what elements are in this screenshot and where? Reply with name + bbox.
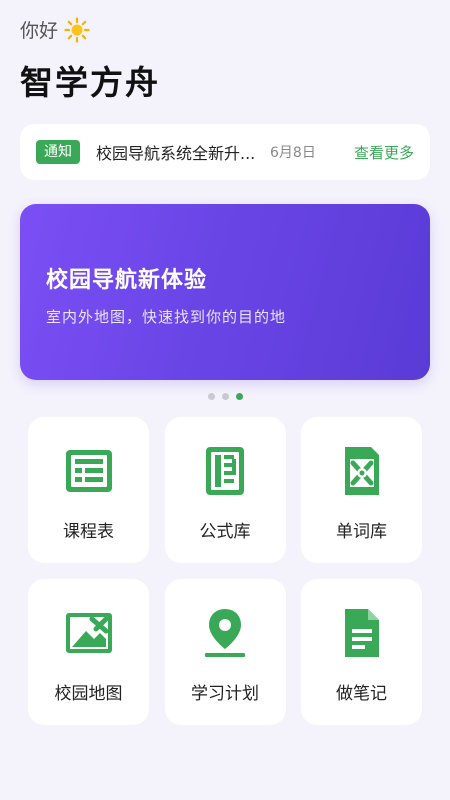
feature-label: 课程表 (63, 522, 114, 542)
feature-grid: 课程表 公式库 单词库 校园地图 学习计划 做笔记 (28, 417, 422, 725)
campus-map-icon (65, 613, 112, 653)
promo-banner[interactable]: 校园导航新体验 室内外地图，快速找到你的目的地 (20, 204, 430, 380)
sun-icon (64, 16, 90, 43)
notice-text[interactable]: 校园导航系统全新升... (96, 140, 266, 164)
feature-tile-vocabulary[interactable]: 单词库 (301, 417, 422, 563)
feature-label: 单词库 (336, 522, 387, 542)
feature-label: 公式库 (199, 522, 251, 542)
timetable-icon (65, 450, 112, 492)
greeting: 你好 (20, 16, 90, 43)
feature-label: 校园地图 (54, 684, 123, 704)
feature-tile-notes[interactable]: 做笔记 (301, 579, 422, 725)
banner-subtitle: 室内外地图，快速找到你的目的地 (46, 308, 287, 326)
formula-book-icon (206, 447, 244, 495)
notice-bar[interactable]: 通知 校园导航系统全新升... 6月8日 查看更多 (20, 124, 430, 180)
banner-title: 校园导航新体验 (46, 268, 208, 293)
notice-badge: 通知 (36, 140, 80, 164)
feature-tile-formula[interactable]: 公式库 (164, 417, 286, 563)
location-pin-icon (205, 609, 245, 657)
greeting-text: 你好 (20, 20, 59, 42)
carousel-indicator (0, 393, 450, 400)
app-title: 智学方舟 (20, 63, 160, 102)
notice-date: 6月8日 (270, 145, 316, 161)
feature-tile-study-plan[interactable]: 学习计划 (164, 579, 286, 725)
carousel-dot-active[interactable] (235, 393, 243, 400)
feature-label: 学习计划 (191, 684, 259, 704)
note-document-icon (344, 609, 379, 657)
feature-label: 做笔记 (336, 684, 387, 704)
feature-tile-timetable[interactable]: 课程表 (28, 417, 149, 563)
view-more-link[interactable]: 查看更多 (354, 142, 414, 163)
feature-tile-campus-map[interactable]: 校园地图 (28, 579, 149, 725)
vocabulary-icon (344, 447, 379, 495)
carousel-dot[interactable] (221, 393, 229, 400)
carousel-dot[interactable] (207, 393, 215, 400)
